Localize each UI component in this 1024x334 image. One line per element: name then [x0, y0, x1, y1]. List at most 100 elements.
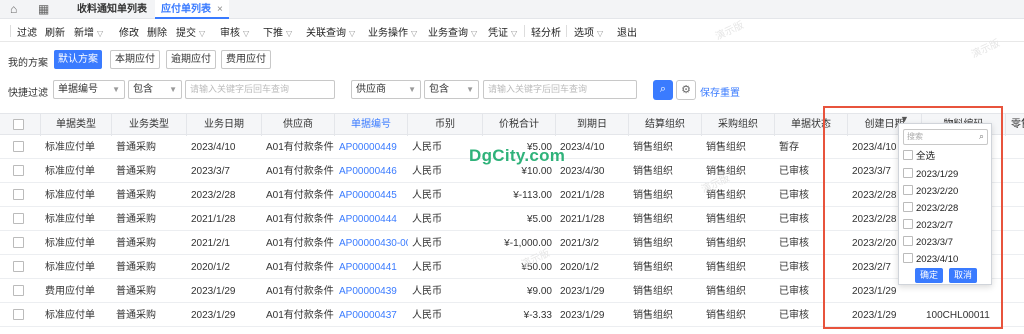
related-query-button[interactable]: 关联查询 ▽	[306, 24, 355, 39]
popup-cancel-button[interactable]: 取消	[949, 268, 977, 283]
search-icon[interactable]: ⌕	[653, 80, 673, 100]
cell-doc-number[interactable]: AP00000446	[335, 160, 408, 183]
checkbox[interactable]	[903, 185, 913, 196]
checkbox[interactable]	[13, 309, 24, 320]
header-currency[interactable]: 币别	[408, 114, 483, 136]
header-doc-number[interactable]: 单据编号	[335, 114, 408, 136]
popup-option[interactable]: 2023/2/28	[903, 201, 958, 217]
tab-receipt-list[interactable]: 收料通知单列表	[77, 0, 147, 19]
close-icon[interactable]: ×	[217, 4, 223, 15]
options-button[interactable]: 选项 ▽	[574, 24, 603, 39]
filter-field-select-2[interactable]: 供应商 ▼	[351, 80, 421, 99]
cell-doc-type: 标准应付单	[45, 310, 95, 321]
checkbox[interactable]	[13, 119, 24, 130]
popup-option-label: 2023/1/29	[916, 169, 959, 180]
filter-operator-select-1[interactable]: 包含 ▼	[128, 80, 182, 99]
search-icon: ⌕	[978, 131, 984, 141]
scheme-current-period-button[interactable]: 本期应付	[110, 50, 160, 69]
filter-operator-select-2[interactable]: 包含 ▼	[424, 80, 479, 99]
header-doc-type[interactable]: 单据类型	[41, 114, 112, 136]
header-total-amount[interactable]: 价税合计	[483, 114, 556, 136]
checkbox[interactable]	[13, 141, 24, 152]
home-icon[interactable]: ⌂	[10, 3, 17, 16]
site-watermark: DgCity.com	[469, 146, 566, 165]
checkbox[interactable]	[13, 189, 24, 200]
header-business-date[interactable]: 业务日期	[187, 114, 262, 136]
grid-icon[interactable]: ▦	[38, 3, 49, 16]
light-analysis-button[interactable]: 轻分析	[531, 24, 561, 39]
options-label: 选项	[574, 28, 594, 39]
delete-button[interactable]: 删除	[147, 24, 167, 39]
edit-button[interactable]: 修改	[119, 24, 139, 39]
header-retail[interactable]: 零售	[1006, 114, 1024, 136]
scheme-overdue-button[interactable]: 逾期应付	[166, 50, 216, 69]
filter-button[interactable]: 过滤	[17, 24, 37, 39]
checkbox[interactable]	[903, 150, 913, 161]
checkbox[interactable]	[903, 202, 913, 213]
header-settlement-org[interactable]: 结算组织	[629, 114, 702, 136]
popup-select-all[interactable]: 全选	[903, 149, 935, 165]
cell-doc-number[interactable]: AP00000430-000	[335, 232, 408, 255]
cell-doc-number[interactable]: AP00000445	[335, 184, 408, 207]
cell-purchase-org: 销售组织	[706, 166, 746, 177]
cell-supplier: A01有付款条件	[266, 214, 334, 225]
cell-doc-number[interactable]: AP00000444	[335, 208, 408, 231]
header-due-date[interactable]: 到期日	[556, 114, 629, 136]
cell-settlement-org: 销售组织	[633, 238, 673, 249]
separator	[566, 25, 567, 37]
reset-link[interactable]: 重置	[720, 84, 740, 99]
cell-doc-number[interactable]: AP00000439	[335, 280, 408, 303]
checkbox[interactable]	[13, 237, 24, 248]
checkbox[interactable]	[13, 261, 24, 272]
popup-option[interactable]: 2023/2/7	[903, 218, 953, 234]
cell-business-type: 普通采购	[116, 166, 156, 177]
filter-keyword-input-1[interactable]: 请输入关键字后回车查询	[185, 80, 335, 99]
filter-field-select-1[interactable]: 单据编号 ▼	[53, 80, 125, 99]
cell-doc-type: 标准应付单	[45, 214, 95, 225]
cell-doc-number[interactable]: AP00000437	[335, 304, 408, 327]
gear-icon[interactable]: ⚙	[676, 80, 696, 100]
submit-button[interactable]: 提交 ▽	[176, 24, 205, 39]
cell-doc-number[interactable]: AP00000449	[335, 136, 408, 159]
tab-payable-label: 应付单列表	[161, 4, 211, 15]
new-button[interactable]: 新增 ▽	[74, 24, 103, 39]
checkbox[interactable]	[13, 285, 24, 296]
exit-button[interactable]: 退出	[617, 24, 637, 39]
popup-select-all-label: 全选	[916, 151, 936, 162]
header-business-type[interactable]: 业务类型	[112, 114, 187, 136]
refresh-button[interactable]: 刷新	[45, 24, 65, 39]
scheme-expense-button[interactable]: 费用应付	[221, 50, 271, 69]
cell-business-type: 普通采购	[116, 214, 156, 225]
save-link[interactable]: 保存	[700, 84, 720, 99]
push-down-button[interactable]: 下推 ▽	[263, 24, 292, 39]
checkbox[interactable]	[903, 236, 913, 247]
popup-option-label: 2023/4/10	[916, 254, 959, 265]
cell-settlement-org: 销售组织	[633, 310, 673, 321]
cell-doc-number[interactable]: AP00000441	[335, 256, 408, 279]
business-ops-button[interactable]: 业务操作 ▽	[368, 24, 417, 39]
cell-business-date: 2023/3/7	[191, 166, 230, 177]
filter-keyword-input-2[interactable]: 请输入关键字后回车查询	[483, 80, 637, 99]
cell-total-amount: ¥-1,000.00	[504, 238, 552, 249]
business-query-button[interactable]: 业务查询 ▽	[428, 24, 477, 39]
checkbox[interactable]	[903, 168, 913, 179]
header-purchase-org[interactable]: 采购组织	[702, 114, 775, 136]
scheme-default-button[interactable]: 默认方案	[54, 50, 102, 69]
checkbox[interactable]	[13, 213, 24, 224]
checkbox[interactable]	[13, 165, 24, 176]
cell-supplier: A01有付款条件	[266, 190, 334, 201]
cell-total-amount: ¥-3.33	[523, 310, 552, 321]
voucher-button[interactable]: 凭证 ▽	[488, 24, 517, 39]
tab-payable-list[interactable]: 应付单列表 ×	[155, 0, 229, 19]
popup-option[interactable]: 2023/1/29	[903, 167, 958, 183]
checkbox[interactable]	[903, 219, 913, 230]
popup-option[interactable]: 2023/4/10	[903, 252, 958, 268]
popup-option[interactable]: 2023/3/7	[903, 235, 953, 251]
popup-search-input[interactable]: 搜索 ⌕	[903, 129, 988, 145]
filter-field-value-1: 单据编号	[58, 84, 98, 95]
popup-option[interactable]: 2023/2/20	[903, 184, 958, 200]
popup-ok-button[interactable]: 确定	[915, 268, 943, 283]
header-supplier[interactable]: 供应商	[262, 114, 335, 136]
checkbox[interactable]	[903, 253, 913, 264]
audit-button[interactable]: 审核 ▽	[220, 24, 249, 39]
